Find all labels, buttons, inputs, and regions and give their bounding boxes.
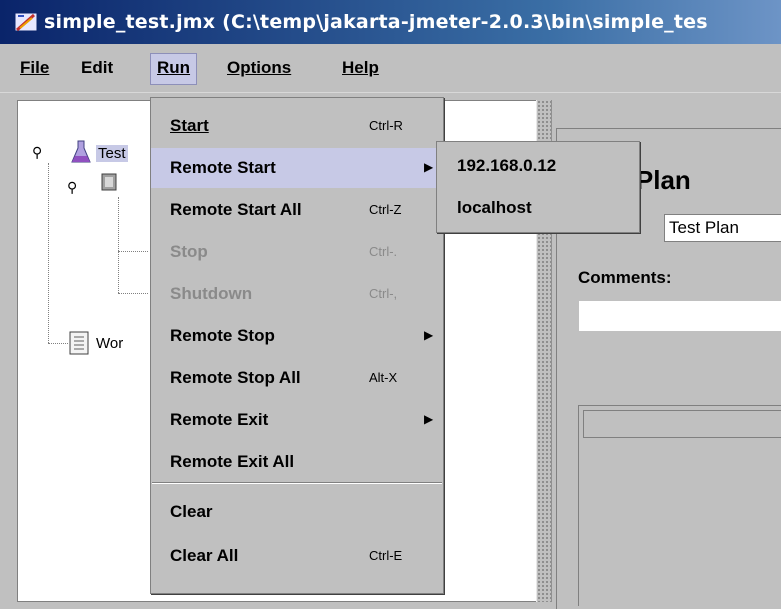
window-title: simple_test.jmx (C:\temp\jakarta-jmeter-… xyxy=(44,11,708,33)
submenu-arrow-icon: ▶ xyxy=(424,328,434,342)
expand-toggle-icon[interactable]: ⚲ xyxy=(67,179,77,196)
comments-label: Comments: xyxy=(578,268,672,287)
window-title-bar[interactable]: simple_test.jmx (C:\temp\jakarta-jmeter-… xyxy=(0,0,781,44)
accelerator-label: Ctrl-Z xyxy=(369,202,402,217)
menu-options[interactable]: Options xyxy=(221,53,297,83)
menu-options-label: Options xyxy=(227,58,292,77)
menu-item-remote-exit[interactable]: Remote Exit ▶ xyxy=(151,400,443,440)
accelerator-label: Alt-X xyxy=(369,370,398,385)
menu-item-label: Remote Exit All xyxy=(170,452,295,471)
menu-run[interactable]: Run xyxy=(150,53,198,85)
comments-field[interactable] xyxy=(578,300,781,332)
menu-item-shutdown[interactable]: Shutdown Ctrl-, xyxy=(151,274,443,314)
expand-toggle-icon[interactable]: ⚲ xyxy=(32,144,42,161)
submenu-item-host[interactable]: localhost xyxy=(457,198,532,218)
menu-item-start[interactable]: Start Ctrl-R xyxy=(151,106,443,146)
menu-item-remote-exit-all[interactable]: Remote Exit All xyxy=(151,442,443,482)
variables-panel xyxy=(578,405,781,606)
remote-start-submenu: 192.168.0.12 localhost xyxy=(436,141,640,233)
menu-separator xyxy=(152,482,442,484)
menu-help[interactable]: Help xyxy=(336,53,385,83)
accelerator-label: Ctrl-, xyxy=(369,286,398,301)
menu-item-label: Stop xyxy=(170,242,208,261)
workbench-icon xyxy=(68,331,90,360)
tree-node-workbench[interactable]: Wor xyxy=(96,335,123,352)
submenu-arrow-icon: ▶ xyxy=(424,160,434,174)
menu-item-label: Clear All xyxy=(170,546,239,565)
menu-edit-label: Edit xyxy=(81,58,114,77)
tree-node-test-plan[interactable]: Test xyxy=(96,145,128,162)
accelerator-label: Ctrl-R xyxy=(369,118,403,133)
menu-item-label: Remote Stop All xyxy=(170,368,301,387)
menu-item-label: Remote Stop xyxy=(170,326,275,345)
menu-help-label: Help xyxy=(342,58,379,77)
menu-run-label: Run xyxy=(157,58,191,77)
menu-file[interactable]: File xyxy=(14,53,55,83)
beaker-icon xyxy=(70,139,92,170)
menu-item-remote-start[interactable]: Remote Start ▶ xyxy=(151,148,443,188)
menu-item-clear[interactable]: Clear xyxy=(151,492,443,532)
run-menu-dropdown: Start Ctrl-R Remote Start ▶ Remote Start… xyxy=(150,97,444,594)
menu-item-label: Remote Exit xyxy=(170,410,269,429)
menu-item-label: Remote Start xyxy=(170,158,276,177)
menu-file-label: File xyxy=(20,58,50,77)
jmeter-feather-icon xyxy=(14,10,38,34)
thread-group-icon xyxy=(100,171,120,198)
menu-bar: File Edit Run Options Help xyxy=(0,44,781,93)
menu-item-stop[interactable]: Stop Ctrl-. xyxy=(151,232,443,272)
menu-item-remote-stop[interactable]: Remote Stop ▶ xyxy=(151,316,443,356)
menu-item-label: Shutdown xyxy=(170,284,253,303)
menu-item-remote-start-all[interactable]: Remote Start All Ctrl-Z xyxy=(151,190,443,230)
accelerator-label: Ctrl-E xyxy=(369,548,403,563)
accelerator-label: Ctrl-. xyxy=(369,244,398,259)
menu-item-label: Remote Start All xyxy=(170,200,302,219)
menu-item-label: Clear xyxy=(170,502,213,521)
submenu-item-host[interactable]: 192.168.0.12 xyxy=(457,156,556,176)
menu-item-remote-stop-all[interactable]: Remote Stop All Alt-X xyxy=(151,358,443,398)
menu-edit[interactable]: Edit xyxy=(75,53,119,83)
menu-item-clear-all[interactable]: Clear All Ctrl-E xyxy=(151,536,443,576)
variables-table-header xyxy=(583,410,781,438)
name-field[interactable]: Test Plan xyxy=(664,214,781,242)
submenu-arrow-icon: ▶ xyxy=(424,412,434,426)
menu-item-label: Start xyxy=(170,116,209,135)
